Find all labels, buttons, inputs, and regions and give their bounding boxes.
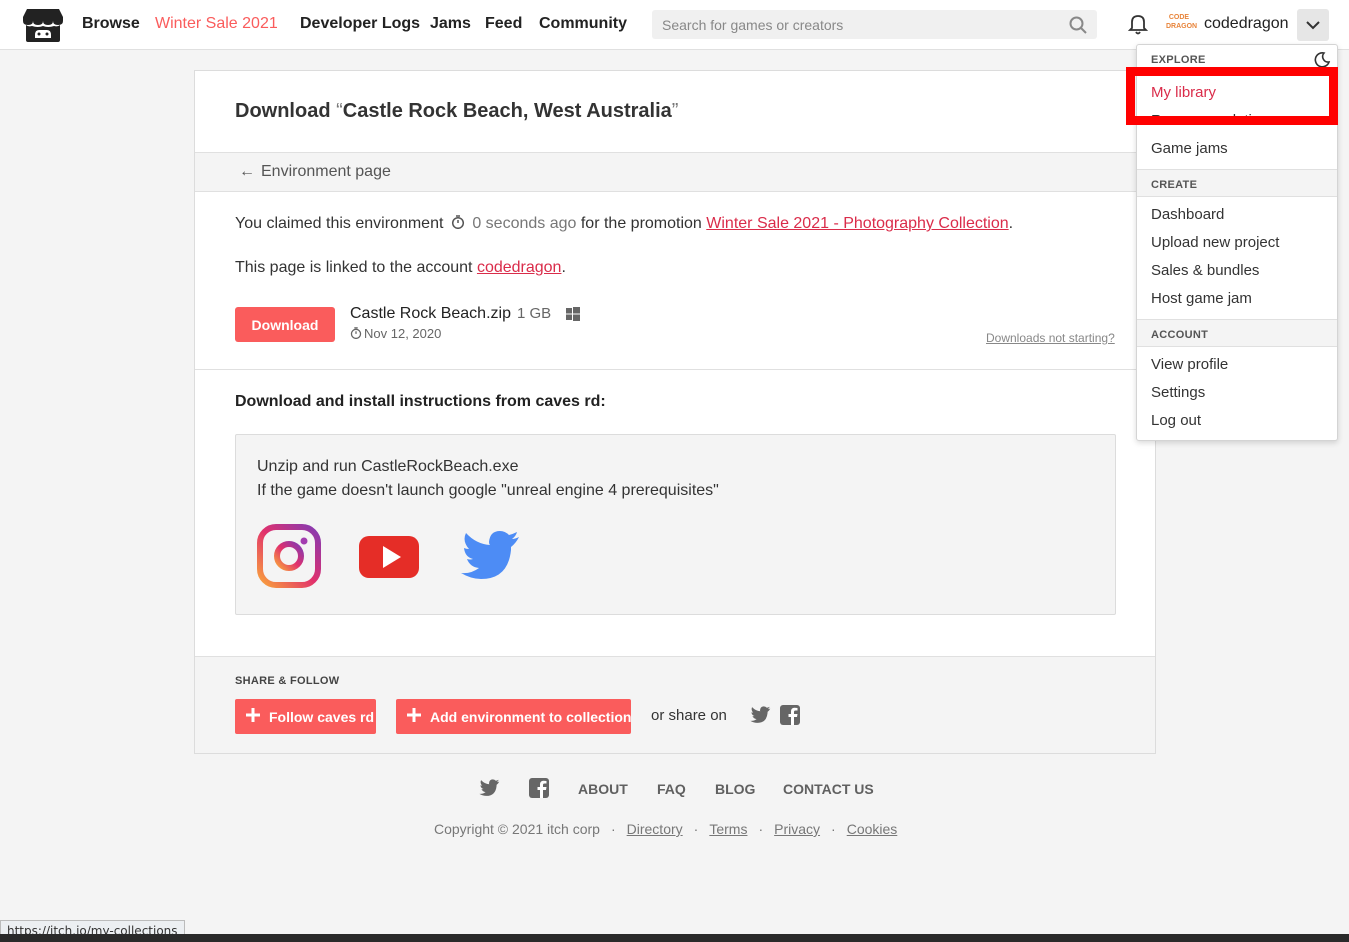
menu-game-jams[interactable]: Game jams	[1151, 140, 1228, 157]
nav-browse[interactable]: Browse	[82, 15, 140, 33]
highlight-box	[1126, 67, 1338, 125]
claim-info: You claimed this environment 0 seconds a…	[235, 215, 1014, 232]
menu-view-profile[interactable]: View profile	[1151, 356, 1228, 373]
youtube-icon[interactable]	[357, 524, 421, 588]
bottom-strip	[0, 934, 1349, 942]
plus-icon	[407, 708, 421, 722]
add-to-collection-button[interactable]: Add environment to collection	[396, 699, 631, 734]
instruction-line: If the game doesn't launch google "unrea…	[257, 482, 719, 499]
footer-cookies[interactable]: Cookies	[847, 821, 898, 837]
nav-jams[interactable]: Jams	[430, 15, 471, 33]
nav-feed[interactable]: Feed	[485, 15, 522, 33]
back-bar: ← Environment page	[195, 152, 1155, 192]
bell-icon[interactable]	[1128, 13, 1148, 35]
footer-terms[interactable]: Terms	[709, 821, 747, 837]
facebook-share-icon[interactable]	[779, 704, 801, 726]
menu-upload-project[interactable]: Upload new project	[1151, 234, 1279, 251]
share-title: SHARE & FOLLOW	[235, 675, 340, 687]
windows-icon	[566, 307, 580, 321]
user-menu-toggle[interactable]	[1297, 9, 1329, 41]
divider	[195, 369, 1155, 370]
create-header: CREATE	[1137, 169, 1337, 197]
footer-faq[interactable]: FAQ	[657, 781, 686, 797]
download-card: Download “Castle Rock Beach, West Austra…	[194, 70, 1156, 754]
twitter-share-icon[interactable]	[749, 704, 771, 726]
environment-page-link[interactable]: ← Environment page	[239, 163, 391, 181]
download-button[interactable]: Download	[235, 307, 335, 342]
itch-logo-icon[interactable]	[22, 7, 64, 43]
footer-directory[interactable]: Directory	[627, 821, 683, 837]
twitter-icon[interactable]	[457, 524, 521, 588]
instruction-line: Unzip and run CastleRockBeach.exe	[257, 458, 519, 475]
plus-icon	[246, 708, 260, 722]
account-header: ACCOUNT	[1137, 319, 1337, 347]
file-size: 1 GB	[517, 305, 552, 322]
file-date: Nov 12, 2020	[350, 326, 441, 341]
twitter-footer-icon[interactable]	[478, 777, 500, 799]
menu-log-out[interactable]: Log out	[1151, 412, 1201, 429]
instructions-title: Download and install instructions from c…	[235, 393, 606, 410]
file-name: Castle Rock Beach.zip	[350, 305, 511, 322]
search-icon[interactable]	[1069, 16, 1087, 34]
copyright: Copyright © 2021 itch corp · Directory · Ter…	[434, 821, 898, 837]
menu-host-game-jam[interactable]: Host game jam	[1151, 290, 1252, 307]
avatar[interactable]: CODE DRAGON	[1166, 13, 1197, 35]
follow-button[interactable]: Follow caves rd	[235, 699, 376, 734]
menu-settings[interactable]: Settings	[1151, 384, 1205, 401]
instructions-box: Unzip and run CastleRockBeach.exe If the…	[235, 434, 1116, 615]
share-on-label: or share on	[651, 707, 727, 724]
username[interactable]: codedragon	[1204, 15, 1289, 33]
top-header: Browse Winter Sale 2021 Developer Logs J…	[0, 0, 1349, 50]
menu-dashboard[interactable]: Dashboard	[1151, 206, 1224, 223]
claim-time: 0 seconds ago	[472, 215, 577, 232]
account-link[interactable]: codedragon	[477, 259, 562, 276]
page-title: Download “Castle Rock Beach, West Austra…	[235, 100, 679, 122]
nav-developer-logs[interactable]: Developer Logs	[300, 15, 420, 33]
stopwatch-icon	[451, 215, 464, 229]
promotion-link[interactable]: Winter Sale 2021 - Photography Collectio…	[706, 215, 1008, 232]
linked-account-info: This page is linked to the account coded…	[235, 259, 566, 276]
stopwatch-icon	[350, 327, 362, 339]
search-bar	[652, 10, 1097, 39]
nav-winter-sale[interactable]: Winter Sale 2021	[155, 15, 278, 33]
facebook-footer-icon[interactable]	[528, 777, 550, 799]
arrow-left-icon: ←	[239, 163, 255, 180]
instagram-icon[interactable]	[257, 524, 321, 588]
footer-about[interactable]: ABOUT	[578, 781, 628, 797]
footer-blog[interactable]: BLOG	[715, 781, 755, 797]
footer-contact[interactable]: CONTACT US	[783, 781, 874, 797]
share-follow-section: SHARE & FOLLOW Follow caves rd Add envir…	[195, 656, 1155, 753]
footer-privacy[interactable]: Privacy	[774, 821, 820, 837]
search-input[interactable]	[652, 10, 1062, 39]
downloads-not-starting-link[interactable]: Downloads not starting?	[986, 331, 1115, 345]
menu-sales-bundles[interactable]: Sales & bundles	[1151, 262, 1259, 279]
chevron-down-icon	[1306, 21, 1320, 30]
nav-community[interactable]: Community	[539, 15, 627, 33]
